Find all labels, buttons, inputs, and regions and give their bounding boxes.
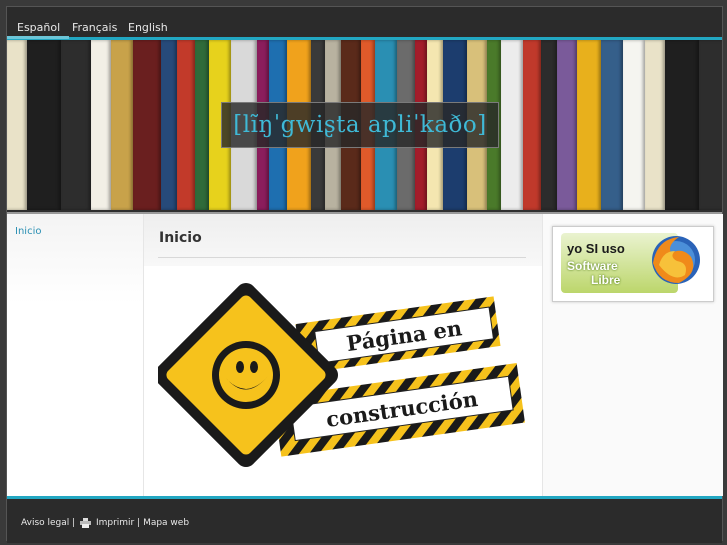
site-title: [lĩŋˈgwiʂta apliˈkaðo]: [221, 102, 499, 148]
header-banner: [lĩŋˈgwiʂta apliˈkaðo]: [7, 40, 722, 210]
top-nav: Español Français English: [6, 7, 722, 40]
under-construction-sign: Página en construcción: [158, 282, 525, 468]
nav-item-espanol[interactable]: Español: [6, 21, 70, 39]
right-sidebar: yo SI uso Software Libre: [542, 214, 723, 496]
book-spine: [665, 40, 699, 210]
nav-item-francais[interactable]: Français: [72, 21, 117, 34]
book-spine: [523, 40, 541, 210]
badge-line3: Libre: [591, 273, 621, 287]
title-divider: [158, 257, 526, 258]
footer-separator: |: [72, 518, 76, 528]
book-spine: [133, 40, 161, 210]
printer-icon[interactable]: [80, 518, 92, 528]
book-spine: [161, 40, 177, 210]
book-spine: [501, 40, 523, 210]
badge-line1: yo SI uso: [567, 241, 625, 256]
book-spine: [61, 40, 91, 210]
book-spine: [195, 40, 209, 210]
footer-link-aviso-legal[interactable]: Aviso legal: [21, 518, 69, 528]
footer-separator-2: |: [137, 518, 141, 528]
book-spine: [541, 40, 557, 210]
book-spine: [623, 40, 645, 210]
content-area: Inicio Inicio Página en construcción yo …: [7, 212, 723, 496]
badge-line2: Software: [567, 259, 618, 273]
book-spine: [557, 40, 577, 210]
book-spine: [111, 40, 133, 210]
page-frame: Español Français English [lĩŋˈgwiʂta apl…: [6, 6, 723, 543]
book-spine: [177, 40, 195, 210]
footer-link-mapa-web[interactable]: Mapa web: [143, 518, 189, 528]
footer: Aviso legal | Imprimir | Mapa web: [7, 496, 722, 543]
firefox-logo-icon: [652, 236, 700, 284]
main-column: Inicio Página en construcción: [144, 214, 542, 496]
footer-link-imprimir[interactable]: Imprimir: [96, 518, 134, 528]
book-spine: [91, 40, 111, 210]
book-spine: [645, 40, 665, 210]
smiley-face-icon: [212, 341, 280, 409]
book-spine: [7, 40, 27, 210]
book-spine: [601, 40, 623, 210]
left-sidebar: Inicio: [7, 214, 144, 496]
nav-item-english[interactable]: English: [128, 21, 168, 34]
book-spine: [699, 40, 722, 210]
sidebar-link-inicio[interactable]: Inicio: [15, 226, 41, 237]
page-title: Inicio: [159, 230, 202, 246]
main-header: Inicio: [144, 214, 542, 266]
book-spine: [27, 40, 61, 210]
software-libre-badge[interactable]: yo SI uso Software Libre: [552, 226, 714, 302]
book-spine: [577, 40, 601, 210]
